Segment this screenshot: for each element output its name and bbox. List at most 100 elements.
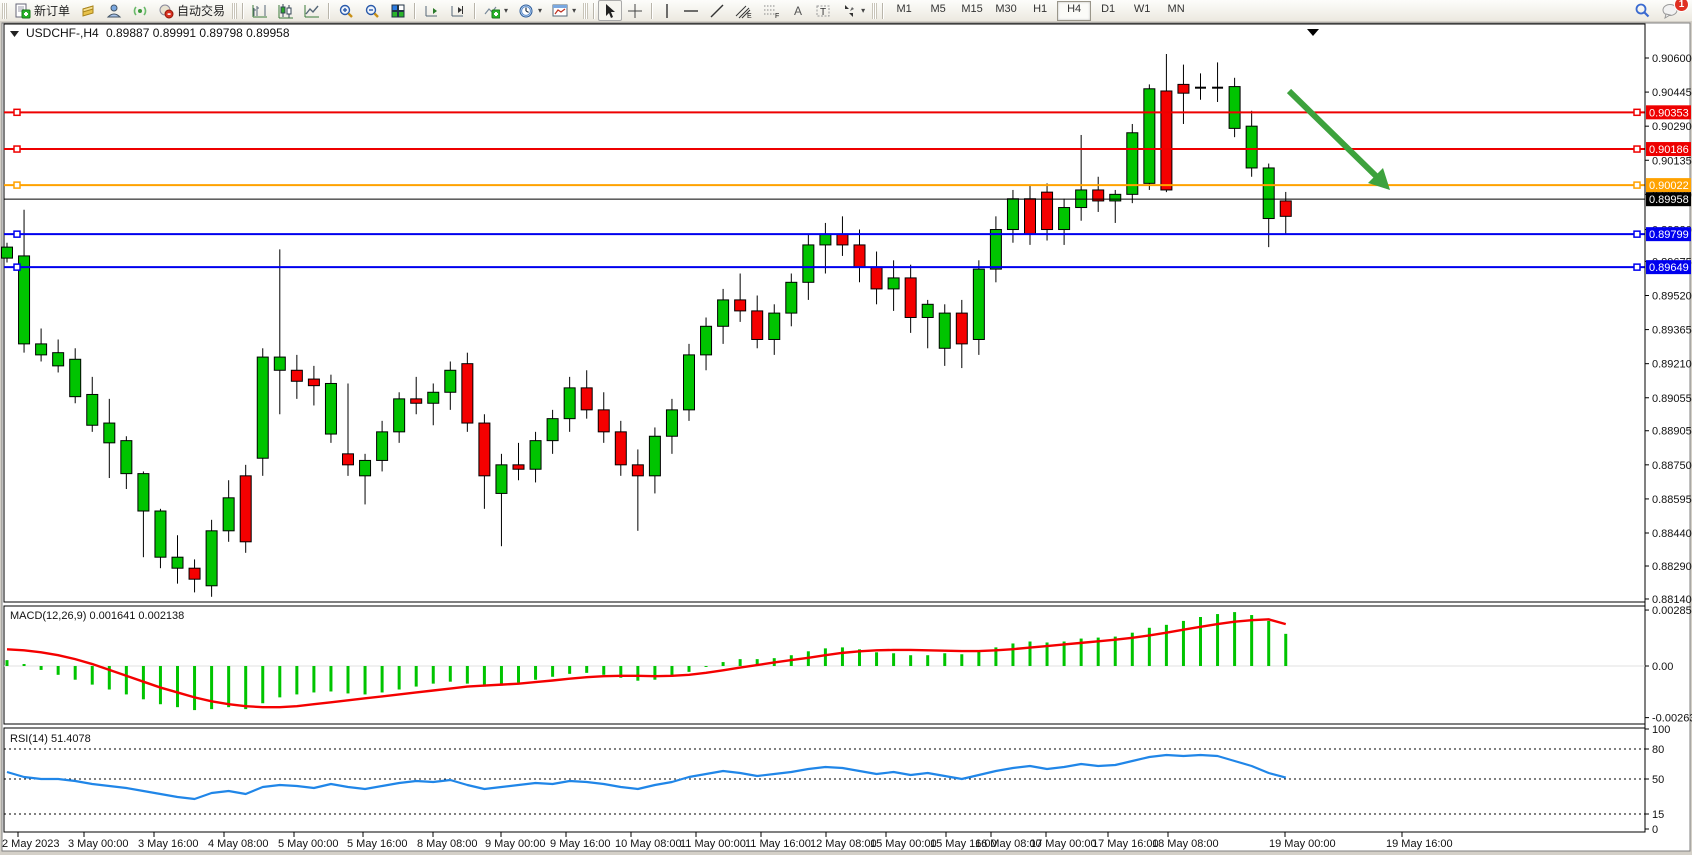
candle-body bbox=[172, 557, 183, 568]
line-chart-button[interactable] bbox=[299, 0, 325, 21]
candle-body bbox=[854, 245, 865, 267]
chart-shift-icon bbox=[450, 3, 466, 19]
signals-button[interactable] bbox=[127, 0, 153, 21]
candle-body bbox=[871, 267, 882, 289]
time-tick-label: 19 May 16:00 bbox=[1386, 838, 1453, 850]
channel-button[interactable]: E bbox=[730, 0, 758, 21]
svg-text:0.90353: 0.90353 bbox=[1649, 107, 1689, 119]
time-tick-label: 8 May 08:00 bbox=[417, 838, 478, 850]
timeframe-mn[interactable]: MN bbox=[1159, 1, 1193, 21]
price-tick-label: 0.90600 bbox=[1652, 53, 1692, 65]
search-button[interactable] bbox=[1629, 0, 1656, 21]
line-anchor-handle bbox=[14, 264, 20, 270]
zoom-out-icon bbox=[364, 3, 380, 19]
rsi-pane[interactable] bbox=[4, 728, 1645, 832]
arrows-button[interactable]: ▾ bbox=[836, 0, 870, 21]
line-anchor-handle bbox=[1634, 264, 1640, 270]
deposit-icon bbox=[80, 3, 96, 19]
timeframe-h4[interactable]: H4 bbox=[1057, 1, 1091, 21]
timeframe-w1[interactable]: W1 bbox=[1125, 1, 1159, 21]
timeframe-m1[interactable]: M1 bbox=[887, 1, 921, 21]
candle-body bbox=[496, 465, 507, 494]
toolbar-grip[interactable] bbox=[2, 3, 7, 19]
line-anchor-handle bbox=[1634, 231, 1640, 237]
rsi-tick-label: 0 bbox=[1652, 824, 1658, 836]
templates-caret-icon: ▾ bbox=[572, 6, 576, 15]
auto-scroll-button[interactable] bbox=[419, 0, 445, 21]
new-order-icon bbox=[14, 3, 31, 19]
candle-body bbox=[786, 282, 797, 313]
price-tick-label: 0.89365 bbox=[1652, 325, 1692, 337]
candle-body bbox=[394, 399, 405, 432]
autotrade-button[interactable]: 自动交易 bbox=[153, 0, 230, 21]
indicators-button[interactable]: ▾ bbox=[479, 0, 513, 21]
bar-chart-button[interactable] bbox=[247, 0, 273, 21]
hline-button[interactable] bbox=[678, 0, 704, 21]
timeframe-m5[interactable]: M5 bbox=[921, 1, 955, 21]
price-tick-label: 0.90445 bbox=[1652, 87, 1692, 99]
candle-body bbox=[411, 399, 422, 403]
svg-text:T: T bbox=[820, 7, 826, 18]
rsi-label: RSI(14) 51.4078 bbox=[10, 733, 91, 745]
timeframe-m30[interactable]: M30 bbox=[989, 1, 1023, 21]
cursor-button[interactable] bbox=[598, 0, 622, 21]
time-tick-label: 11 May 00:00 bbox=[680, 838, 746, 850]
label-button[interactable]: T bbox=[810, 0, 836, 21]
zoom-out-button[interactable] bbox=[359, 0, 385, 21]
fibonacci-button[interactable]: F bbox=[758, 0, 786, 21]
timeframe-d1[interactable]: D1 bbox=[1091, 1, 1125, 21]
timeframe-m15[interactable]: M15 bbox=[955, 1, 989, 21]
candle-body bbox=[701, 326, 712, 355]
level-price-tag: 0.90353 bbox=[1646, 105, 1691, 119]
candle-body bbox=[752, 311, 763, 340]
candle-body bbox=[513, 465, 524, 469]
candle-body bbox=[343, 454, 354, 465]
level-price-tag: 0.90186 bbox=[1646, 142, 1691, 156]
tile-windows-button[interactable] bbox=[385, 0, 411, 21]
price-tick-label: 0.88595 bbox=[1652, 494, 1692, 506]
autotrade-icon bbox=[158, 3, 174, 19]
text-icon: A bbox=[791, 3, 805, 19]
rsi-tick-label: 50 bbox=[1652, 774, 1664, 786]
candle-body bbox=[291, 370, 302, 381]
search-icon bbox=[1634, 2, 1651, 19]
svg-text:0.89958: 0.89958 bbox=[1649, 194, 1689, 206]
price-tick-label: 0.89055 bbox=[1652, 393, 1692, 405]
line-anchor-handle bbox=[1634, 146, 1640, 152]
timeframe-h1[interactable]: H1 bbox=[1023, 1, 1057, 21]
bar-chart-icon bbox=[252, 3, 268, 19]
community-icon bbox=[106, 3, 122, 19]
candle-doji bbox=[1212, 87, 1223, 89]
time-tick-label: 5 May 00:00 bbox=[278, 838, 339, 850]
text-button[interactable]: A bbox=[786, 0, 810, 21]
new-order-button[interactable]: 新订单 bbox=[9, 0, 75, 21]
deposit-button[interactable] bbox=[75, 0, 101, 21]
toolbar-separator bbox=[242, 3, 244, 19]
trendline-button[interactable] bbox=[704, 0, 730, 21]
hline-icon bbox=[683, 3, 699, 19]
candle-body bbox=[1144, 89, 1155, 184]
chat-button[interactable]: 1 bbox=[1656, 0, 1684, 21]
auto-scroll-icon bbox=[424, 3, 440, 19]
zoom-in-button[interactable] bbox=[333, 0, 359, 21]
chart-shift-button[interactable] bbox=[445, 0, 471, 21]
vline-button[interactable] bbox=[656, 0, 678, 21]
chart-window[interactable]: USDCHF-,H40.89887 0.89991 0.89798 0.8995… bbox=[0, 21, 1692, 855]
crosshair-button[interactable] bbox=[622, 0, 648, 21]
vline-icon bbox=[661, 3, 673, 19]
label-icon: T bbox=[815, 3, 831, 19]
candle-body bbox=[632, 465, 643, 476]
chat-badge: 1 bbox=[1674, 0, 1689, 12]
templates-button[interactable]: ▾ bbox=[547, 0, 581, 21]
candle-body bbox=[104, 423, 115, 443]
price-tick-label: 0.88290 bbox=[1652, 561, 1692, 573]
periods-button[interactable]: ▾ bbox=[513, 0, 547, 21]
main-toolbar: 新订单 自动交易 bbox=[0, 0, 1692, 22]
community-button[interactable] bbox=[101, 0, 127, 21]
candlestick-button[interactable] bbox=[273, 0, 299, 21]
signals-icon bbox=[132, 3, 148, 19]
price-tick-label: 0.89520 bbox=[1652, 291, 1692, 303]
time-tick-label: 19 May 00:00 bbox=[1269, 838, 1336, 850]
candle-body bbox=[837, 234, 848, 245]
time-tick-label: 18 May 08:00 bbox=[1152, 838, 1219, 850]
